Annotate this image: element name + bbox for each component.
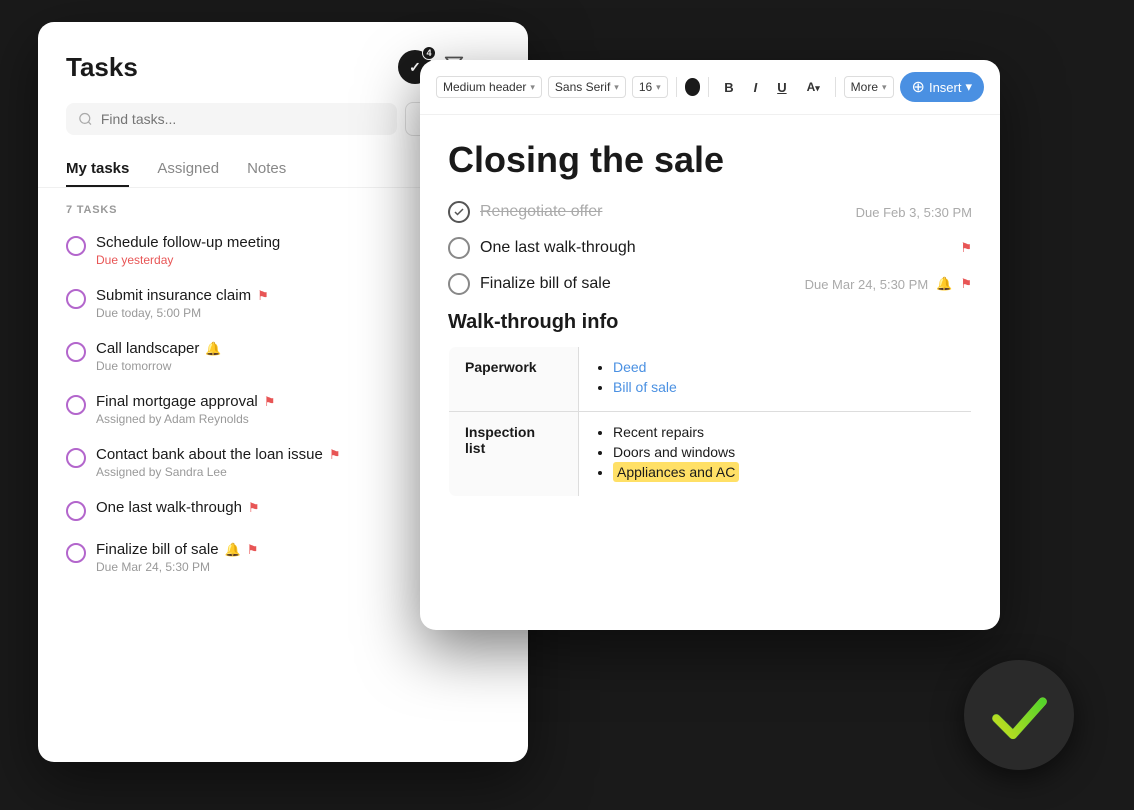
- tasks-title: Tasks: [66, 52, 138, 83]
- due-date: Due Feb 3, 5:30 PM: [856, 205, 972, 220]
- task-checkbox[interactable]: [66, 395, 86, 415]
- table-row-content: Deed Bill of sale: [579, 347, 972, 412]
- highlighted-item: Appliances and AC: [613, 462, 739, 482]
- bell-icon: 🔔: [225, 542, 241, 558]
- more-dropdown[interactable]: More ▾: [844, 76, 894, 98]
- chevron-down-icon: ▾: [656, 82, 661, 93]
- note-task-row: One last walk-through ⚑: [448, 237, 972, 259]
- underline-button[interactable]: U: [770, 76, 793, 99]
- note-task-checkbox[interactable]: [448, 273, 470, 295]
- task-checkbox[interactable]: [66, 289, 86, 309]
- bell-icon: 🔔: [205, 341, 221, 357]
- flag-icon: ⚑: [248, 500, 260, 516]
- note-task-checkbox[interactable]: [448, 237, 470, 259]
- italic-button[interactable]: I: [747, 76, 765, 99]
- toolbar-divider: [676, 77, 677, 97]
- table-row: Inspectionlist Recent repairs Doors and …: [449, 412, 972, 497]
- note-task-name: One last walk-through: [480, 239, 636, 257]
- size-dropdown[interactable]: 16 ▾: [632, 76, 668, 98]
- tab-my-tasks[interactable]: My tasks: [66, 152, 129, 187]
- deed-link[interactable]: Deed: [613, 359, 646, 375]
- table-row-header: Paperwork: [449, 347, 579, 412]
- table-row-header: Inspectionlist: [449, 412, 579, 497]
- task-checkbox[interactable]: [66, 236, 86, 256]
- toolbar-divider: [835, 77, 836, 97]
- notes-toolbar: Medium header ▾ Sans Serif ▾ 16 ▾ B I U …: [420, 60, 1000, 115]
- notes-title: Closing the sale: [448, 139, 972, 181]
- bill-of-sale-link[interactable]: Bill of sale: [613, 379, 677, 395]
- flag-icon: ⚑: [960, 240, 972, 256]
- note-task-checkbox[interactable]: [448, 201, 470, 223]
- tab-assigned[interactable]: Assigned: [157, 152, 219, 187]
- note-task-row: Renegotiate offer Due Feb 3, 5:30 PM: [448, 201, 972, 223]
- checkmark-icon: [987, 683, 1052, 748]
- tab-notes[interactable]: Notes: [247, 152, 286, 187]
- task-checkbox[interactable]: [66, 342, 86, 362]
- chevron-down-icon: ▾: [965, 79, 972, 95]
- flag-icon: ⚑: [960, 276, 972, 292]
- bell-icon: 🔔: [936, 276, 952, 292]
- flag-icon: ⚑: [329, 447, 341, 463]
- section-header: Walk-through info: [448, 311, 972, 334]
- note-task-name: Finalize bill of sale: [480, 275, 611, 293]
- task-checkbox[interactable]: [66, 501, 86, 521]
- font-dropdown[interactable]: Sans Serif ▾: [548, 76, 626, 98]
- chevron-down-icon: ▾: [882, 82, 887, 93]
- chevron-down-icon: ▾: [530, 82, 535, 93]
- heading-dropdown[interactable]: Medium header ▾: [436, 76, 542, 98]
- info-table: Paperwork Deed Bill of sale Inspectionli…: [448, 346, 972, 497]
- table-row: Paperwork Deed Bill of sale: [449, 347, 972, 412]
- search-input[interactable]: [101, 111, 386, 127]
- flag-icon: ⚑: [264, 394, 276, 410]
- note-task-row: Finalize bill of sale Due Mar 24, 5:30 P…: [448, 273, 972, 295]
- insert-button[interactable]: ⊕ Insert ▾: [900, 72, 984, 102]
- notes-content: Closing the sale Renegotiate offer Due F…: [420, 115, 1000, 630]
- flag-icon: ⚑: [247, 542, 259, 558]
- search-wrapper[interactable]: [66, 103, 397, 135]
- bold-button[interactable]: B: [717, 76, 740, 99]
- task-checkbox[interactable]: [66, 543, 86, 563]
- task-checkbox[interactable]: [66, 448, 86, 468]
- checkmark-badge: [964, 660, 1074, 770]
- due-date: Due Mar 24, 5:30 PM: [805, 277, 929, 292]
- search-icon: [78, 111, 93, 127]
- notes-panel: Medium header ▾ Sans Serif ▾ 16 ▾ B I U …: [420, 60, 1000, 630]
- table-row-content: Recent repairs Doors and windows Applian…: [579, 412, 972, 497]
- chevron-down-icon: ▾: [614, 82, 619, 93]
- toolbar-divider: [708, 77, 709, 97]
- color-picker[interactable]: [685, 78, 701, 96]
- text-size-button[interactable]: A▾: [800, 76, 827, 98]
- flag-icon: ⚑: [257, 288, 269, 304]
- note-task-name: Renegotiate offer: [480, 203, 602, 221]
